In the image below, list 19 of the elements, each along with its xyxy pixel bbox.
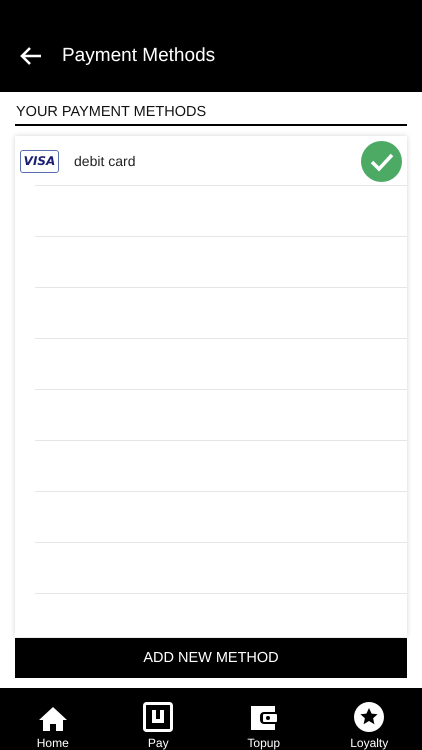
add-method-button[interactable]: ADD NEW METHOD <box>15 638 407 678</box>
tab-bar-item[interactable]: Pay <box>118 702 198 750</box>
screen-title: Payment Methods <box>62 45 216 67</box>
payment-method-row[interactable]: VISA debit card <box>15 136 407 186</box>
tab-label: Topup <box>247 736 280 750</box>
method-label: debit card <box>74 153 136 169</box>
tab-bar-item[interactable]: Topup <box>224 704 304 750</box>
tab-label: Pay <box>148 736 169 750</box>
back-arrow-icon[interactable] <box>20 46 42 66</box>
tab-bar-item[interactable]: Home <box>12 706 93 750</box>
tab-bar-item[interactable]: Loyalty <box>329 702 410 750</box>
star-badge-icon <box>354 702 384 732</box>
home-icon <box>38 706 68 732</box>
tab-label: Loyalty <box>350 736 388 750</box>
square-frame-icon <box>143 702 174 732</box>
tab-label: Home <box>36 736 69 750</box>
wallet-icon <box>248 704 279 732</box>
section-heading: YOUR PAYMENT METHODS <box>15 92 407 126</box>
card-brand-logo: VISA <box>20 150 59 172</box>
